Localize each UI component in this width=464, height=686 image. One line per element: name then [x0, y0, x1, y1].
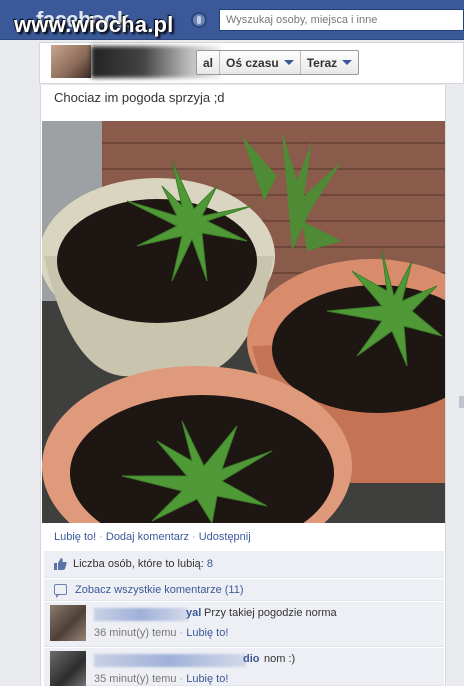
timeline-label: Oś czasu: [226, 55, 279, 70]
scrollbar[interactable]: [459, 396, 464, 408]
timeline-dropdown[interactable]: Oś czasu: [219, 51, 300, 74]
comment-text: nom :): [264, 653, 296, 665]
chevron-down-icon: [283, 60, 294, 65]
commenter-avatar[interactable]: [50, 651, 86, 686]
like-link[interactable]: Lubię to!: [54, 531, 96, 543]
post-text: Chociaz im pogoda sprzyja ;d: [54, 90, 225, 105]
commenter-name-suffix[interactable]: dio: [243, 653, 260, 665]
chevron-down-icon: [342, 60, 353, 65]
comment-link[interactable]: Dodaj komentarz: [106, 531, 189, 543]
post-photo[interactable]: [42, 121, 445, 523]
timeline-nav: al Oś czasu Teraz: [196, 50, 360, 75]
comment-like-link[interactable]: Lubię to!: [186, 627, 228, 639]
comment-item: dio nom :) 35 minut(y) temu · Lubię to!: [44, 648, 444, 686]
search-input[interactable]: Wyszukaj osoby, miejsca i inne: [219, 9, 464, 31]
now-label: Teraz: [306, 55, 338, 70]
comment-meta: 35 minut(y) temu · Lubię to!: [94, 673, 228, 685]
profile-name-suffix: al: [203, 55, 214, 70]
action-separator: ·: [192, 531, 196, 543]
now-dropdown[interactable]: Teraz: [299, 51, 358, 74]
comment-time: 35 minut(y) temu: [94, 673, 177, 685]
meta-separator: ·: [179, 673, 184, 685]
commenter-name-blurred[interactable]: [94, 654, 246, 667]
profile-name-button[interactable]: al: [197, 51, 219, 74]
comment-item: yal Przy takiej pogodzie norma 36 minut(…: [44, 602, 444, 647]
action-separator: ·: [99, 531, 103, 543]
thumbs-up-icon: [54, 558, 67, 570]
likes-row: Liczba osób, które to lubią: 8: [44, 551, 444, 578]
comment-like-link[interactable]: Lubię to!: [186, 673, 228, 685]
view-comments-row: Zobacz wszystkie komentarze (11): [44, 579, 444, 601]
comment-time: 36 minut(y) temu: [94, 627, 177, 639]
commenter-name-blurred[interactable]: [94, 608, 188, 621]
view-all-comments-link[interactable]: Zobacz wszystkie komentarze (11): [75, 584, 244, 596]
likes-label: Liczba osób, które to lubią:: [73, 558, 204, 570]
comment-text: Przy takiej pogodzie norma: [204, 607, 337, 619]
watermark: www.wiocha.pl: [14, 12, 174, 37]
comment-bubble-icon: [54, 584, 67, 598]
profile-avatar[interactable]: [51, 45, 91, 78]
commenter-name-suffix[interactable]: yal: [186, 607, 201, 619]
plants-photo-image: [42, 121, 445, 523]
notifications-globe-icon[interactable]: [191, 12, 207, 28]
post-actions: Lubię to! · Dodaj komentarz · Udostępnij: [54, 531, 251, 543]
commenter-avatar[interactable]: [50, 605, 86, 641]
likes-count[interactable]: 8: [207, 558, 213, 570]
comment-meta: 36 minut(y) temu · Lubię to!: [94, 627, 228, 639]
meta-separator: ·: [179, 627, 184, 639]
share-link[interactable]: Udostępnij: [199, 531, 251, 543]
